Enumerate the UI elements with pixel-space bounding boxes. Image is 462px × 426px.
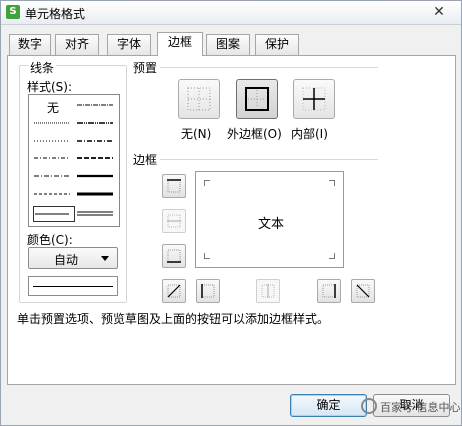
watermark: 百家号·信息中心 — [361, 397, 461, 417]
border-top-button[interactable] — [162, 174, 186, 198]
tab-protection[interactable]: 保护 — [255, 34, 299, 55]
preset-none-label: 无(N) — [181, 127, 212, 141]
preset-inside-icon — [302, 87, 326, 111]
style-label: 样式(S): — [27, 78, 73, 95]
preset-outline-icon — [245, 87, 269, 111]
border-top-icon — [167, 179, 181, 193]
presets-group-label: 预置 — [131, 59, 160, 76]
dialog-title: 单元格格式 — [25, 7, 86, 21]
border-diagonal-down-button[interactable] — [351, 279, 375, 303]
close-button[interactable]: ✕ — [429, 4, 449, 21]
app-icon: S — [6, 5, 20, 19]
line-group-label: 线条 — [28, 59, 57, 76]
border-divider — [160, 159, 378, 160]
preview-corner-bl — [204, 253, 210, 259]
tab-font[interactable]: 字体 — [107, 34, 151, 55]
preview-corner-tr — [329, 180, 335, 186]
color-dropdown[interactable]: 自动 — [28, 247, 118, 269]
border-vertical-inside-icon — [261, 284, 275, 298]
border-diagonal-up-button[interactable] — [162, 279, 186, 303]
border-left-button[interactable] — [196, 279, 220, 303]
line-preview-stroke — [33, 286, 113, 287]
border-right-icon — [322, 284, 336, 298]
preview-text: 文本 — [258, 217, 285, 232]
preset-none-icon — [187, 87, 211, 111]
color-label: 颜色(C): — [27, 231, 73, 248]
border-hint-text: 单击预置选项、预览草图及上面的按钮可以添加边框样式。 — [17, 312, 330, 326]
line-style-list[interactable]: 无 — [28, 94, 120, 227]
border-preview[interactable]: 文本 — [195, 171, 344, 268]
watermark-text: 百家号·信息中心 — [380, 401, 461, 414]
preset-inside-label: 内部(I) — [291, 127, 328, 141]
border-horizontal-inside-icon — [167, 214, 181, 228]
tab-alignment[interactable]: 对齐 — [55, 34, 99, 55]
border-vertical-inside-button[interactable] — [256, 279, 280, 303]
preset-inside-button[interactable] — [293, 79, 335, 119]
diagonal-down-icon — [356, 284, 370, 298]
border-bottom-button[interactable] — [162, 244, 186, 268]
ok-button[interactable]: 确定 — [290, 394, 367, 417]
border-horizontal-inside-button[interactable] — [162, 209, 186, 233]
dropdown-arrow-icon — [101, 256, 109, 261]
tab-border[interactable]: 边框 — [157, 32, 203, 56]
tab-patterns[interactable]: 图案 — [206, 34, 250, 55]
selected-style-indicator — [33, 206, 75, 222]
preview-corner-br — [329, 253, 335, 259]
format-cells-dialog: S 单元格格式 ✕ 数字 对齐 字体 边框 图案 保护 线条 样式(S): 无 — [0, 0, 462, 426]
preset-none-button[interactable] — [178, 79, 220, 119]
preset-outline-button[interactable] — [236, 79, 278, 119]
presets-divider — [160, 67, 378, 68]
tab-number[interactable]: 数字 — [9, 34, 51, 55]
border-left-icon — [201, 284, 215, 298]
title-bar: S 单元格格式 ✕ — [1, 1, 461, 25]
border-group-label: 边框 — [131, 151, 160, 168]
line-preview-swatch — [28, 276, 118, 296]
border-bottom-icon — [167, 249, 181, 263]
diagonal-up-icon — [167, 284, 181, 298]
watermark-logo-icon — [361, 398, 377, 414]
preview-corner-tl — [204, 180, 210, 186]
border-right-button[interactable] — [317, 279, 341, 303]
preset-outline-label: 外边框(O) — [227, 127, 282, 141]
color-dropdown-value: 自动 — [54, 253, 79, 267]
